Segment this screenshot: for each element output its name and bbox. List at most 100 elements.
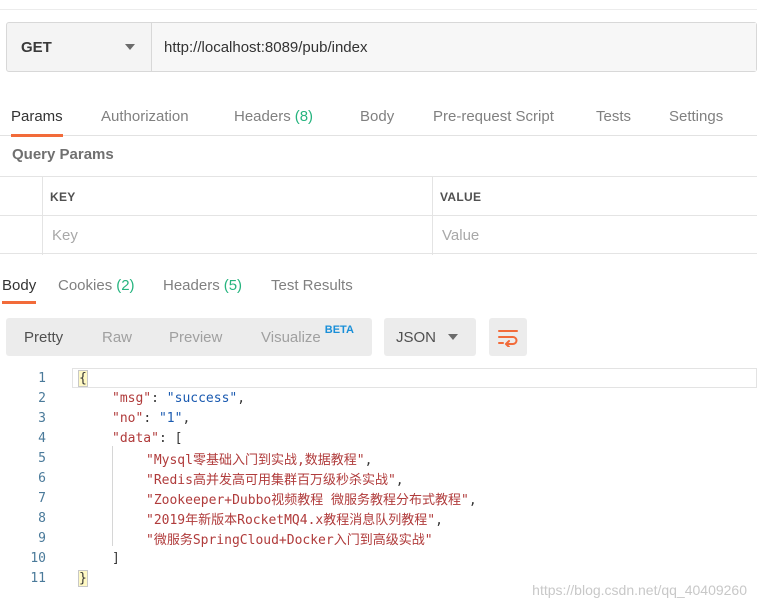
value-header-label: VALUE — [440, 189, 482, 204]
line-number: 11 — [30, 570, 46, 586]
value-input[interactable]: Value — [442, 216, 757, 255]
request-tabs: Params Authorization Headers (8) Body Pr… — [0, 96, 757, 137]
code-line: 8 "2019年新版本RocketMQ4.x教程消息队列教程", — [0, 508, 757, 528]
top-bar — [0, 0, 757, 10]
response-tab-body[interactable]: Body — [2, 266, 37, 304]
code-text: "Mysql零基础入门到实战,数据教程", — [146, 449, 372, 468]
code-line: 10 ] — [0, 548, 757, 568]
wrap-lines-button[interactable] — [489, 318, 527, 356]
response-body-editor[interactable]: 1 { 2 "msg": "success", 3 "no": "1", 4 "… — [0, 368, 757, 588]
line-number: 10 — [30, 550, 46, 566]
value-header: VALUE — [440, 177, 481, 216]
code-text: "data": [ — [112, 431, 182, 446]
code-text: "Redis高并发高可用集群百万级秒杀实战", — [146, 469, 404, 488]
format-select[interactable]: JSON — [384, 318, 476, 356]
json-comma: , — [364, 452, 373, 468]
preview-button[interactable]: Preview — [169, 318, 222, 356]
button-label: Preview — [169, 328, 223, 346]
code-text: } — [78, 569, 88, 587]
code-text: "微服务SpringCloud+Docker入门到高级实战" — [146, 529, 433, 548]
json-string: "2019年新版本RocketMQ4.x教程消息队列教程" — [146, 512, 436, 528]
button-label: Visualize — [261, 328, 321, 346]
method-label: GET — [21, 38, 52, 56]
tab-pre-request-script[interactable]: Pre-request Script — [433, 96, 554, 136]
table-row: Key Value — [0, 216, 757, 255]
json-comma: , — [395, 472, 404, 488]
tab-tests[interactable]: Tests — [596, 96, 631, 136]
tab-label: Authorization — [101, 107, 189, 125]
format-label: JSON — [396, 328, 437, 346]
key-input[interactable]: Key — [52, 216, 430, 255]
response-tab-cookies[interactable]: Cookies (2) — [58, 266, 135, 304]
request-bar: GET http://localhost:8089/pub/index — [6, 22, 757, 72]
code-text: "msg": "success", — [112, 391, 245, 406]
visualize-button[interactable]: Visualize BETA — [261, 318, 354, 356]
key-header: KEY — [50, 177, 76, 216]
code-text: "no": "1", — [112, 411, 190, 426]
key-header-label: KEY — [50, 189, 76, 204]
tab-body[interactable]: Body — [360, 96, 394, 136]
code-line: 1 { — [0, 368, 757, 388]
json-comma: , — [435, 512, 443, 528]
tab-label: Settings — [669, 107, 724, 125]
json-comma: , — [182, 410, 191, 426]
json-sep: : — [143, 410, 159, 426]
url-input[interactable]: http://localhost:8089/pub/index — [152, 23, 756, 71]
tab-label: Params — [11, 107, 63, 125]
response-tabs: Body Cookies (2) Headers (5) Test Result… — [0, 266, 757, 304]
tab-params[interactable]: Params — [11, 96, 63, 137]
json-value: "1" — [158, 410, 183, 426]
row-checkbox-cell[interactable] — [0, 216, 42, 255]
line-number: 3 — [38, 410, 46, 426]
json-string: "Zookeeper+Dubbo视频教程 微服务教程分布式教程" — [146, 492, 469, 508]
json-open-bracket: [ — [174, 430, 183, 446]
tab-label: Test Results — [271, 276, 353, 294]
response-tab-test-results[interactable]: Test Results — [271, 266, 353, 304]
value-placeholder: Value — [442, 227, 480, 244]
query-params-title: Query Params — [12, 146, 114, 163]
active-line-highlight — [72, 368, 757, 388]
json-comma: , — [468, 492, 477, 508]
json-close-bracket: ] — [112, 550, 120, 566]
tab-count: (8) — [294, 107, 314, 125]
watermark: https://blog.csdn.net/qq_40409260 — [532, 582, 747, 598]
tab-label: Cookies — [58, 276, 113, 294]
line-number: 6 — [38, 470, 46, 486]
code-text: "Zookeeper+Dubbo视频教程 微服务教程分布式教程", — [146, 489, 477, 508]
code-line: 5 "Mysql零基础入门到实战,数据教程", — [0, 448, 757, 468]
key-placeholder: Key — [52, 227, 78, 244]
raw-button[interactable]: Raw — [102, 318, 132, 356]
open-brace: { — [78, 369, 88, 387]
tab-count: (2) — [116, 276, 135, 294]
json-comma: , — [237, 390, 246, 406]
json-key: "no" — [112, 410, 144, 426]
tab-headers[interactable]: Headers (8) — [234, 96, 313, 136]
tab-authorization[interactable]: Authorization — [101, 96, 189, 136]
json-sep: : — [158, 430, 175, 446]
chevron-down-icon — [125, 44, 135, 50]
tab-label: Pre-request Script — [433, 107, 554, 125]
line-number: 5 — [38, 450, 46, 466]
tab-label: Body — [2, 276, 37, 294]
code-line: 3 "no": "1", — [0, 408, 757, 428]
view-mode-group: Pretty Raw Preview Visualize BETA — [6, 318, 372, 356]
json-string: "微服务SpringCloud+Docker入门到高级实战" — [146, 532, 433, 548]
response-tab-headers[interactable]: Headers (5) — [163, 266, 242, 304]
line-number: 8 — [38, 510, 46, 526]
code-text: "2019年新版本RocketMQ4.x教程消息队列教程", — [146, 509, 443, 528]
pretty-button[interactable]: Pretty — [24, 318, 63, 356]
code-line: 4 "data": [ — [0, 428, 757, 448]
code-text: { — [78, 369, 88, 387]
tab-label: Body — [360, 107, 395, 125]
tab-settings[interactable]: Settings — [669, 96, 723, 136]
json-key: "msg" — [112, 390, 152, 406]
line-number: 1 — [38, 370, 46, 386]
method-select[interactable]: GET — [7, 23, 152, 71]
url-text: http://localhost:8089/pub/index — [164, 38, 368, 56]
line-number: 9 — [38, 530, 46, 546]
button-label: Pretty — [24, 328, 64, 346]
json-value: "success" — [166, 390, 238, 406]
json-key: "data" — [112, 430, 159, 446]
wrap-lines-icon — [498, 330, 518, 347]
chevron-down-icon — [448, 334, 458, 340]
